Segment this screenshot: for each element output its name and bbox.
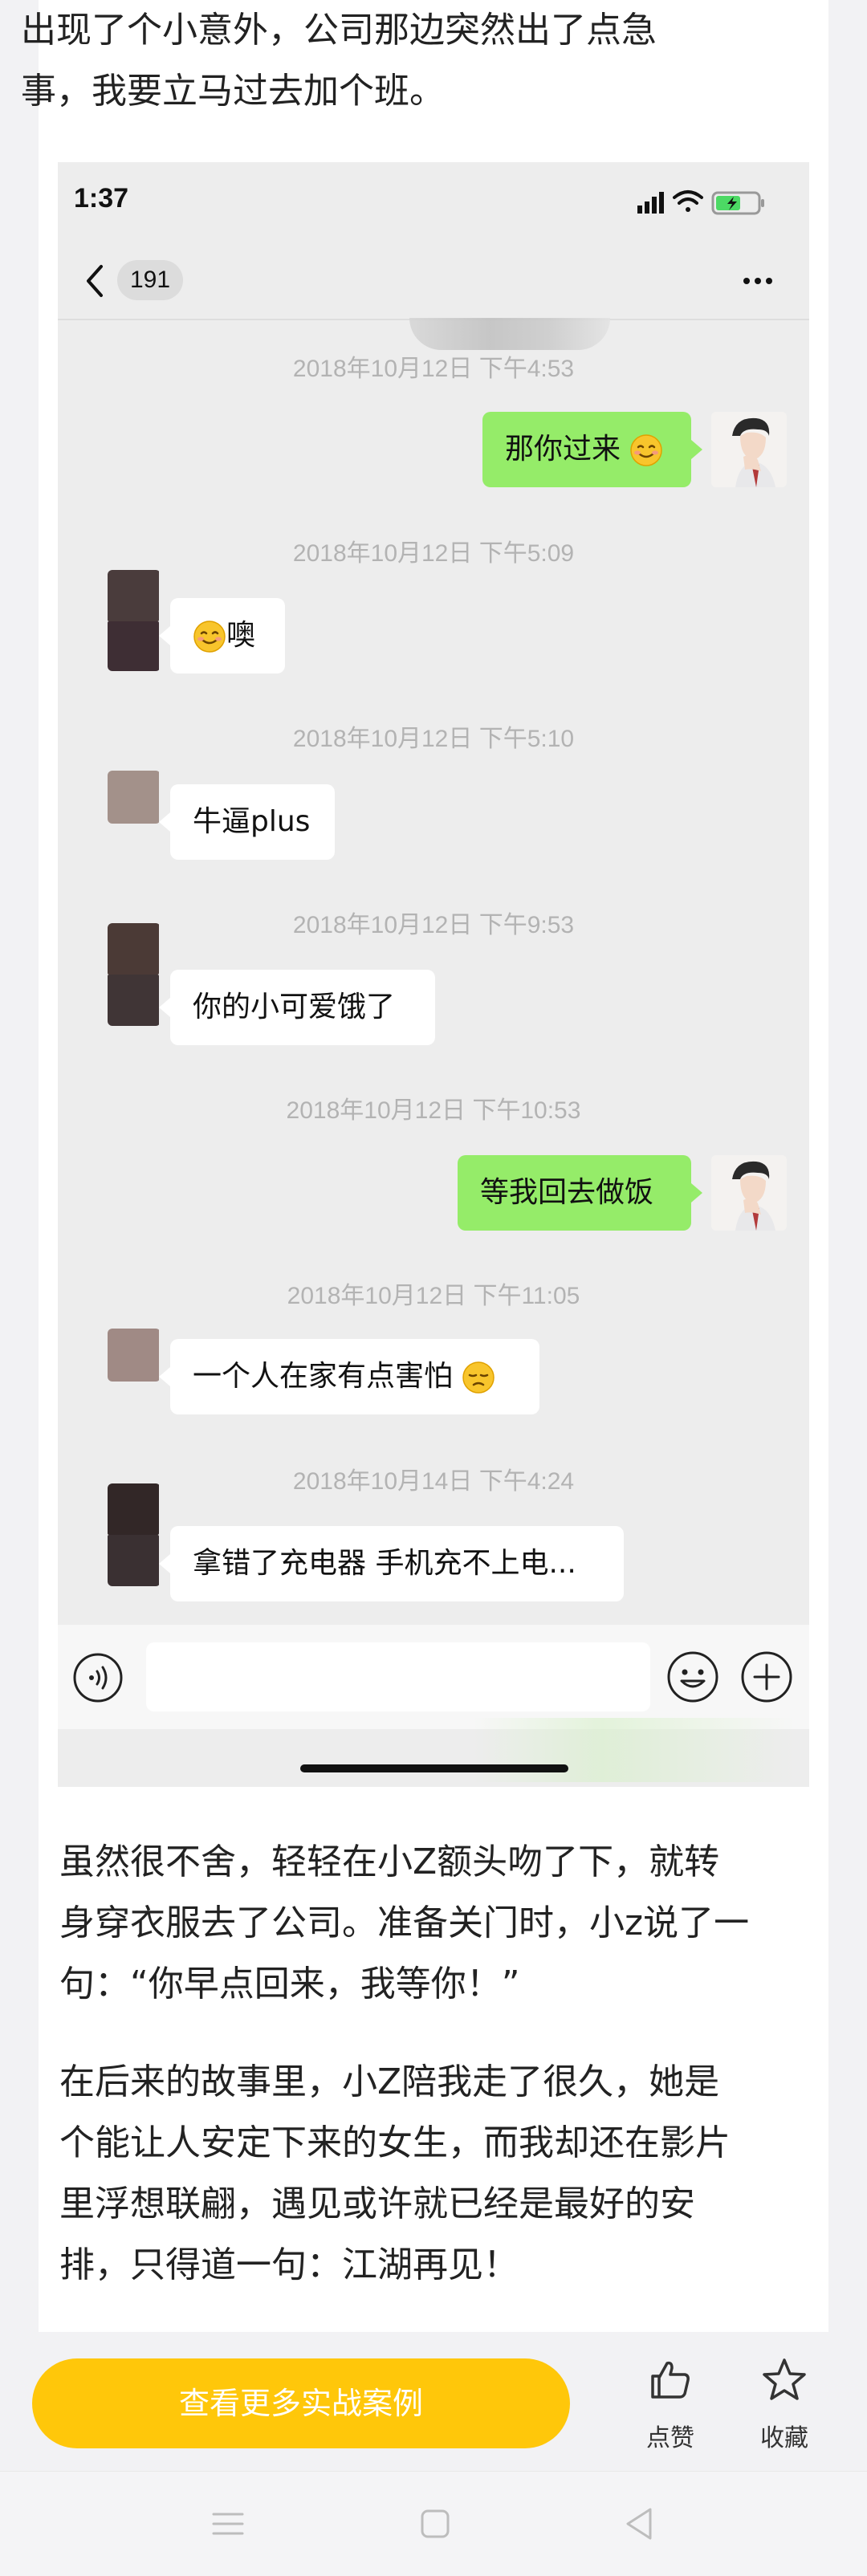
message-input[interactable] [146,1642,650,1711]
chat-bubble-self: 等我回去做饭 [458,1155,691,1231]
chat-bubble-self: 那你过来 [482,412,691,487]
bubble-tail [159,626,170,645]
smiling-emoji-icon [193,621,226,653]
avatar-contact[interactable] [108,570,161,671]
view-more-cases-button[interactable]: 查看更多实战案例 [32,2358,570,2448]
paragraph-line: 句：“你早点回来，我等你！” [59,1964,520,2004]
avatar-self[interactable] [711,1155,787,1231]
avatar-contact[interactable] [108,923,161,1026]
paragraph-line: 虽然很不舍，轻轻在小Z额头吻了下，就转 [59,1841,720,1882]
smiling-emoji-icon [630,434,663,466]
home-indicator [300,1764,568,1772]
message-timestamp: 2018年10月14日 下午4:24 [292,1468,575,1495]
paragraph-ending: 在后来的故事里，小Z陪我走了很久，她是 个能让人安定下来的女生，而我却还在影片 … [59,2052,814,2296]
paragraph-line: 身穿衣服去了公司。准备关门时，小z说了一 [59,1902,750,1943]
chat-bubble-contact: 拿错了充电器 手机充不上电... [170,1526,624,1601]
home-icon[interactable] [419,2508,451,2540]
bubble-tail [691,1183,702,1203]
avatar-contact[interactable] [108,1329,161,1382]
bubble-tail [159,1367,170,1386]
chat-bubble-contact: 牛逼plus [170,784,335,860]
paragraph-line: 事，我要立马过去加个班。 [21,71,445,112]
paragraph-line: 个能让人安定下来的女生，而我却还在影片 [59,2122,731,2163]
plus-icon[interactable] [740,1650,793,1703]
paragraph-middle: 虽然很不舍，轻轻在小Z额头吻了下，就转 身穿衣服去了公司。准备关门时，小z说了一… [59,1832,814,2015]
message-timestamp: 2018年10月12日 下午4:53 [292,356,575,382]
emoji-icon[interactable] [666,1650,719,1703]
bubble-tail [691,440,702,459]
paragraph-line: 里浮想联翩，遇见或许就已经是最好的安 [59,2183,695,2224]
wifi-icon [673,190,703,212]
message-timestamp: 2018年10月12日 下午5:09 [292,540,575,567]
like-button[interactable]: 点赞 [626,2357,714,2461]
favorite-button[interactable]: 收藏 [740,2357,828,2461]
battery-icon [711,191,764,215]
status-icons [637,190,764,215]
paragraph-intro: 出现了个小意外，公司那边突然出了点急 事，我要立马过去加个班。 [21,0,775,122]
message-timestamp: 2018年10月12日 下午11:05 [287,1283,580,1309]
message-timestamp: 2018年10月12日 下午9:53 [292,912,575,938]
star-icon [763,2358,806,2400]
paragraph-line: 排，只得道一句：江湖再见！ [59,2244,519,2285]
menu-icon[interactable] [210,2509,246,2538]
chat-bubble-contact: 噢 [170,598,285,674]
chat-bubble-contact: 一个人在家有点害怕 [170,1339,539,1414]
message-text: 拿错了充电器 手机充不上电... [193,1547,576,1580]
pensive-emoji-icon [462,1361,495,1394]
message-text: 一个人在家有点害怕 [193,1360,454,1393]
message-text: 牛逼plus [193,805,311,838]
blurred-region [409,318,610,350]
paragraph-line: 在后来的故事里，小Z陪我走了很久，她是 [59,2061,720,2102]
message-timestamp: 2018年10月12日 下午5:10 [292,726,575,752]
paragraph-line: 出现了个小意外，公司那边突然出了点急 [21,10,657,51]
message-timestamp: 2018年10月12日 下午10:53 [286,1097,581,1124]
bubble-tail [159,998,170,1017]
message-text: 等我回去做饭 [480,1176,654,1209]
avatar-self[interactable] [711,412,787,487]
status-time: 1:37 [74,183,129,214]
favorite-label: 收藏 [760,2424,808,2452]
thumbs-up-icon [651,2361,690,2399]
message-text: 那你过来 [505,433,621,466]
like-label: 点赞 [646,2424,694,2452]
message-text: 噢 [226,619,256,652]
blurred-region [474,1718,795,1782]
chat-bubble-contact: 你的小可爱饿了 [170,970,435,1045]
bubble-tail [159,1554,170,1573]
signal-icon [637,192,664,214]
bubble-tail [159,812,170,832]
avatar-contact[interactable] [108,1483,161,1586]
back-triangle-icon[interactable] [623,2506,655,2541]
voice-icon[interactable] [72,1652,124,1703]
avatar-contact[interactable] [108,771,161,824]
more-icon[interactable] [739,265,779,297]
unread-count-badge: 191 [117,260,183,300]
message-text: 你的小可爱饿了 [193,991,396,1023]
